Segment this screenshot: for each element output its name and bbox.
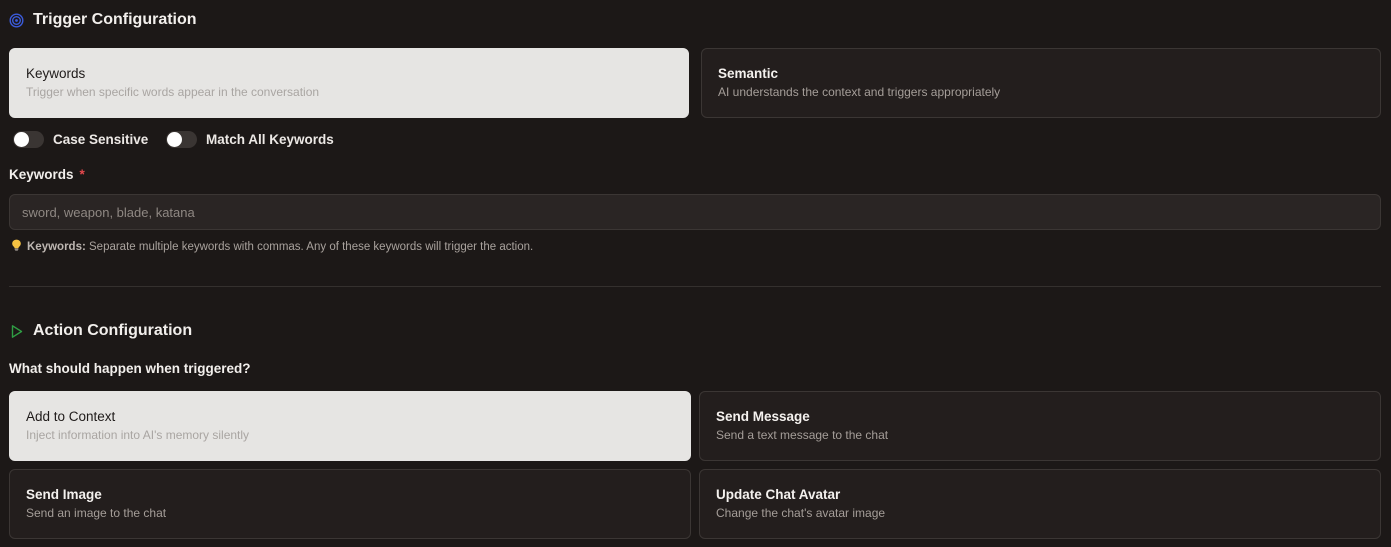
lightbulb-icon xyxy=(11,239,22,254)
keywords-field-label: Keywords * xyxy=(9,167,85,182)
required-mark: * xyxy=(79,167,85,182)
trigger-section-title: Trigger Configuration xyxy=(9,11,197,29)
match-all-toggle-row: Match All Keywords xyxy=(166,131,334,148)
play-icon xyxy=(9,324,24,339)
action-card-description: Inject information into AI's memory sile… xyxy=(26,428,250,442)
mode-card-title: Keywords xyxy=(26,66,86,81)
match-all-label: Match All Keywords xyxy=(206,132,334,147)
action-card-update-chat-avatar[interactable]: Update Chat Avatar Change the chat's ava… xyxy=(699,469,1381,539)
action-card-send-message[interactable]: Send Message Send a text message to the … xyxy=(699,391,1381,461)
action-card-description: Change the chat's avatar image xyxy=(716,506,886,520)
action-card-title: Update Chat Avatar xyxy=(716,487,841,502)
section-divider xyxy=(9,286,1381,287)
toggle-knob xyxy=(167,132,182,147)
action-section-label: Action Configuration xyxy=(33,322,193,339)
action-card-description: Send an image to the chat xyxy=(26,506,167,520)
action-card-description: Send a text message to the chat xyxy=(716,428,889,442)
toggle-knob xyxy=(14,132,29,147)
action-card-title: Add to Context xyxy=(26,409,116,424)
action-card-title: Send Image xyxy=(26,487,102,502)
action-question: What should happen when triggered? xyxy=(9,361,251,376)
mode-card-description: Trigger when specific words appear in th… xyxy=(26,85,320,99)
keywords-hint: Keywords: Separate multiple keywords wit… xyxy=(11,239,533,254)
keywords-label-text: Keywords xyxy=(9,167,74,182)
case-sensitive-toggle-row: Case Sensitive xyxy=(13,131,148,148)
match-all-toggle[interactable] xyxy=(166,131,197,148)
target-icon xyxy=(9,12,24,28)
page: Trigger Configuration Keywords Trigger w… xyxy=(0,0,1391,547)
hint-text: Separate multiple keywords with commas. … xyxy=(89,240,534,253)
hint-strong-label: Keywords: xyxy=(27,240,86,253)
action-card-title: Send Message xyxy=(716,409,810,424)
action-card-send-image[interactable]: Send Image Send an image to the chat xyxy=(9,469,691,539)
keywords-input[interactable] xyxy=(9,194,1381,230)
case-sensitive-toggle[interactable] xyxy=(13,131,44,148)
action-card-add-to-context[interactable]: Add to Context Inject information into A… xyxy=(9,391,691,461)
case-sensitive-label: Case Sensitive xyxy=(53,132,149,147)
action-section-title: Action Configuration xyxy=(9,322,192,340)
mode-card-description: AI understands the context and triggers … xyxy=(718,85,1001,99)
mode-card-keywords[interactable]: Keywords Trigger when specific words app… xyxy=(9,48,689,118)
trigger-section-label: Trigger Configuration xyxy=(33,11,197,28)
mode-card-title: Semantic xyxy=(718,66,779,81)
mode-card-semantic[interactable]: Semantic AI understands the context and … xyxy=(701,48,1381,118)
